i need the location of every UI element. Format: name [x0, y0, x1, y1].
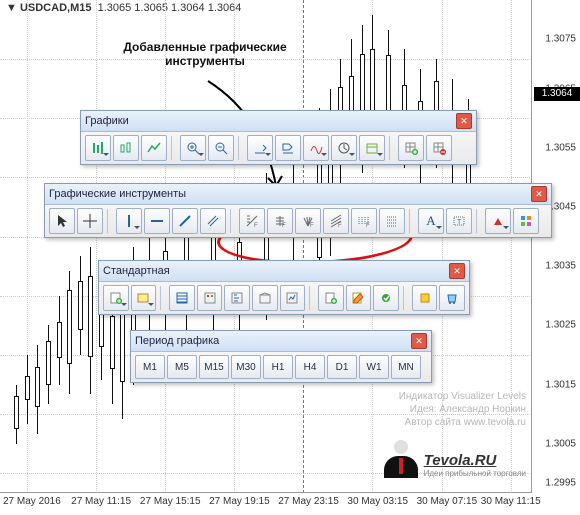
zoom-out-button[interactable]: [208, 135, 234, 161]
fibo-tool-6-button[interactable]: [379, 208, 405, 234]
candlestick-chart-button[interactable]: [113, 135, 139, 161]
period-m30-button[interactable]: M30: [231, 355, 261, 379]
fibo-tool-1-button[interactable]: F: [239, 208, 265, 234]
toolbar-standard[interactable]: Стандартная ✕: [98, 260, 470, 315]
toolbar-standard-title: Стандартная: [103, 265, 170, 277]
zoom-in-button[interactable]: [180, 135, 206, 161]
signals-button[interactable]: [412, 285, 438, 311]
fibo-tool-3-button[interactable]: F: [295, 208, 321, 234]
templates-button[interactable]: [359, 135, 385, 161]
brand-logo: Tevola.RU Идеи прибыльной торговли: [384, 440, 526, 478]
close-icon[interactable]: ✕: [531, 186, 547, 202]
svg-text:F: F: [338, 223, 342, 228]
market-watch-button[interactable]: [169, 285, 195, 311]
period-d1-button[interactable]: D1: [327, 355, 357, 379]
fibo-tool-5-button[interactable]: F: [351, 208, 377, 234]
fibo-tool-4-button[interactable]: F: [323, 208, 349, 234]
chart-shift-button[interactable]: [275, 135, 301, 161]
period-mn-button[interactable]: MN: [391, 355, 421, 379]
period-w1-button[interactable]: W1: [359, 355, 389, 379]
grid-remove-button[interactable]: [426, 135, 452, 161]
time-axis: 27 May 2016 27 May 11:15 27 May 15:15 27…: [0, 492, 532, 515]
period-m5-button[interactable]: M5: [167, 355, 197, 379]
profiles-button[interactable]: [131, 285, 157, 311]
text-label-button[interactable]: A: [418, 208, 444, 234]
data-window-button[interactable]: [197, 285, 223, 311]
cursor-button[interactable]: [49, 208, 75, 234]
toolbar-drawing-title: Графические инструменты: [49, 188, 186, 200]
svg-text:F: F: [310, 223, 314, 228]
metaeditor-button[interactable]: [346, 285, 372, 311]
navigator-button[interactable]: [224, 285, 250, 311]
suit-icon: [384, 440, 418, 478]
period-h1-button[interactable]: H1: [263, 355, 293, 379]
toolbar-charts[interactable]: Графики ✕: [80, 110, 477, 165]
indicators-button[interactable]: [303, 135, 329, 161]
market-button[interactable]: [439, 285, 465, 311]
close-icon[interactable]: ✕: [411, 333, 427, 349]
periods-button[interactable]: [331, 135, 357, 161]
annotation-label: Добавленные графическиеинструменты: [115, 40, 295, 69]
autoscroll-button[interactable]: [247, 135, 273, 161]
svg-text:F: F: [254, 223, 258, 228]
grid-add-button[interactable]: [398, 135, 424, 161]
objects-list-button[interactable]: [513, 208, 539, 234]
toolbar-charts-title: Графики: [85, 115, 129, 127]
bar-chart-button[interactable]: [85, 135, 111, 161]
new-order-button[interactable]: [318, 285, 344, 311]
period-m1-button[interactable]: M1: [135, 355, 165, 379]
current-price-marker: 1.3064: [534, 87, 580, 101]
toolbar-drawing[interactable]: Графические инструменты ✕ F F F F F A T: [44, 183, 552, 238]
autotrading-button[interactable]: [373, 285, 399, 311]
fibo-tool-2-button[interactable]: F: [267, 208, 293, 234]
vertical-line-button[interactable]: [116, 208, 142, 234]
watermark-credits: Индикатор Visualizer Levels Идея: Алекса…: [316, 390, 526, 429]
close-icon[interactable]: ✕: [456, 113, 472, 129]
text-object-button[interactable]: T: [446, 208, 472, 234]
new-chart-button[interactable]: [103, 285, 129, 311]
toolbar-period[interactable]: Период графика ✕ M1 M5 M15 M30 H1 H4 D1 …: [130, 330, 432, 383]
svg-text:T: T: [457, 219, 462, 226]
terminal-button[interactable]: [252, 285, 278, 311]
price-axis: 1.3075 1.3065 1.3055 1.3045 1.3035 1.302…: [531, 0, 580, 493]
strategy-tester-button[interactable]: [280, 285, 306, 311]
toolbar-period-title: Период графика: [135, 335, 219, 347]
svg-text:F: F: [366, 223, 370, 228]
symbol-label: ▼ USDCAD,M15 1.3065 1.3065 1.3064 1.3064: [6, 2, 241, 14]
shapes-button[interactable]: [485, 208, 511, 234]
close-icon[interactable]: ✕: [449, 263, 465, 279]
period-m15-button[interactable]: M15: [199, 355, 229, 379]
crosshair-button[interactable]: [77, 208, 103, 234]
line-chart-button[interactable]: [141, 135, 167, 161]
channel-button[interactable]: [200, 208, 226, 234]
trend-line-button[interactable]: [172, 208, 198, 234]
horizontal-line-button[interactable]: [144, 208, 170, 234]
svg-text:F: F: [282, 223, 286, 228]
period-h4-button[interactable]: H4: [295, 355, 325, 379]
